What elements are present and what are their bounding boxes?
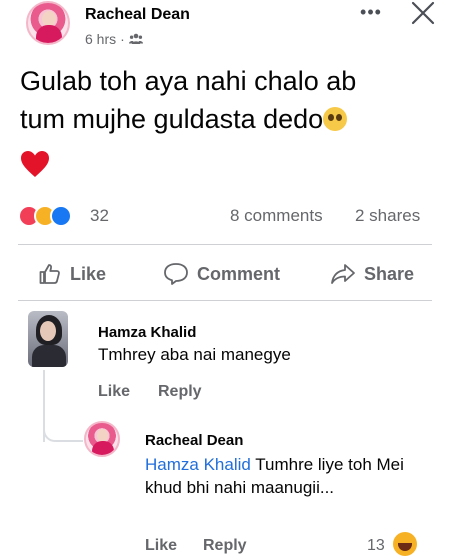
share-label: Share xyxy=(364,263,415,284)
comment-label: Comment xyxy=(197,263,281,284)
reply-text: Hamza Khalid Tumhre liye toh Mei khud bh… xyxy=(145,453,405,499)
like-label: Like xyxy=(70,263,107,284)
post-text: Gulab toh aya nahi chalo ab tum mujhe gu… xyxy=(20,62,430,138)
close-icon[interactable] xyxy=(408,0,436,28)
post-text-line2-wrap: tum mujhe guldasta dedo xyxy=(20,100,430,138)
thread-connector xyxy=(43,408,83,442)
share-icon xyxy=(331,264,355,284)
reaction-count[interactable]: 32 xyxy=(90,206,109,226)
audience-icon[interactable] xyxy=(128,33,143,45)
comment-button[interactable]: Comment xyxy=(163,259,280,289)
comment-reply-button[interactable]: Reply xyxy=(158,383,202,401)
divider xyxy=(18,244,432,245)
commenter-avatar[interactable] xyxy=(28,311,68,367)
meta-separator: · xyxy=(120,31,125,47)
reply-reaction-count[interactable]: 13 xyxy=(367,537,385,555)
author-name[interactable]: Racheal Dean xyxy=(85,6,190,24)
reply-like-button[interactable]: Like xyxy=(145,537,177,555)
pleading-face-icon xyxy=(323,107,348,131)
reply-reply-button[interactable]: Reply xyxy=(203,537,247,555)
post-meta: 6 hrs · xyxy=(85,31,143,47)
like-button[interactable]: Like xyxy=(38,259,106,289)
post-header: Racheal Dean 6 hrs · ••• xyxy=(0,0,450,60)
reply-author[interactable]: Racheal Dean xyxy=(145,432,243,449)
comment-author[interactable]: Hamza Khalid xyxy=(98,324,196,341)
shares-count[interactable]: 2 shares xyxy=(355,206,420,226)
like-reaction-icon xyxy=(50,205,72,227)
haha-icon[interactable] xyxy=(393,532,417,556)
like-icon xyxy=(39,264,60,284)
comment-icon xyxy=(164,263,188,285)
share-button[interactable]: Share xyxy=(330,259,414,289)
more-options-button[interactable]: ••• xyxy=(356,2,386,22)
post-text-line2: tum mujhe guldasta dedo xyxy=(20,104,324,134)
reactions-summary: 32 8 comments 2 shares xyxy=(18,203,434,229)
post-time[interactable]: 6 hrs xyxy=(85,31,116,47)
reply-author-avatar[interactable] xyxy=(84,421,120,457)
post-actions: Like Comment Share xyxy=(18,254,432,294)
reaction-icons[interactable] xyxy=(18,205,88,227)
comments-count[interactable]: 8 comments xyxy=(230,206,323,226)
comment-text: Tmhrey aba nai manegye xyxy=(98,345,291,364)
mention-link[interactable]: Hamza Khalid xyxy=(145,455,251,474)
post-text-line1: Gulab toh aya nahi chalo ab xyxy=(20,66,357,96)
comment-like-button[interactable]: Like xyxy=(98,383,130,401)
heart-icon xyxy=(20,150,50,178)
divider xyxy=(18,300,432,301)
author-avatar[interactable] xyxy=(26,1,70,45)
